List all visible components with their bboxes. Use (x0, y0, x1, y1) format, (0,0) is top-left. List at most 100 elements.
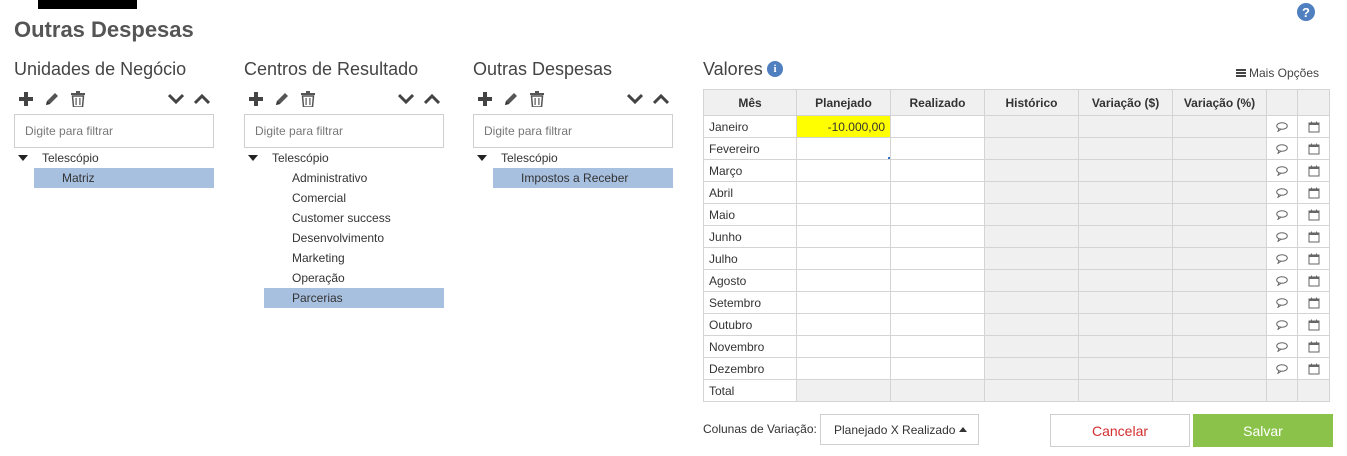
comment-cell[interactable] (1266, 291, 1298, 314)
calendar-icon[interactable] (1308, 209, 1320, 221)
calendar-icon[interactable] (1308, 121, 1320, 133)
chevron-up-icon[interactable] (192, 88, 212, 110)
chevron-down-icon[interactable] (625, 88, 645, 110)
trash-icon[interactable] (527, 88, 547, 110)
comment-cell[interactable] (1266, 269, 1298, 292)
calendar-icon[interactable] (1308, 275, 1320, 287)
calendar-cell[interactable] (1297, 137, 1330, 160)
chevron-down-icon[interactable] (166, 88, 186, 110)
calendar-icon[interactable] (1308, 165, 1320, 177)
comment-icon[interactable] (1276, 254, 1288, 265)
variacao-dropdown[interactable]: Planejado X Realizado (820, 414, 979, 445)
planejado-cell[interactable] (796, 247, 891, 270)
planejado-cell[interactable] (796, 335, 891, 358)
realizado-cell[interactable] (890, 181, 985, 204)
comment-icon[interactable] (1276, 276, 1288, 287)
tree-item[interactable]: Matriz (34, 168, 214, 188)
planejado-cell[interactable] (796, 203, 891, 226)
calendar-icon[interactable] (1308, 253, 1320, 265)
comment-cell[interactable] (1266, 225, 1298, 248)
planejado-cell[interactable] (796, 225, 891, 248)
realizado-cell[interactable] (890, 291, 985, 314)
filter-input[interactable] (244, 114, 444, 148)
calendar-cell[interactable] (1297, 159, 1330, 182)
comment-cell[interactable] (1266, 203, 1298, 226)
tree-item[interactable]: Customer success (264, 208, 444, 228)
comment-cell[interactable] (1266, 115, 1298, 138)
realizado-cell[interactable] (890, 313, 985, 336)
comment-icon[interactable] (1276, 210, 1288, 221)
comment-icon[interactable] (1276, 364, 1288, 375)
planejado-cell[interactable]: -10.000,00 (796, 115, 891, 138)
tree-root[interactable]: Telescópio (244, 150, 444, 166)
realizado-cell[interactable] (890, 225, 985, 248)
caret-down-icon[interactable] (18, 155, 28, 161)
calendar-cell[interactable] (1297, 203, 1330, 226)
calendar-cell[interactable] (1297, 269, 1330, 292)
plus-icon[interactable] (16, 88, 36, 110)
help-icon[interactable]: ? (1297, 3, 1315, 21)
filter-input[interactable] (473, 114, 673, 148)
comment-icon[interactable] (1276, 298, 1288, 309)
pencil-icon[interactable] (42, 88, 62, 110)
realizado-cell[interactable] (890, 115, 985, 138)
save-button[interactable]: Salvar (1193, 414, 1333, 447)
trash-icon[interactable] (298, 88, 318, 110)
planejado-cell[interactable] (796, 269, 891, 292)
calendar-cell[interactable] (1297, 291, 1330, 314)
pencil-icon[interactable] (501, 88, 521, 110)
realizado-cell[interactable] (890, 159, 985, 182)
cancel-button[interactable]: Cancelar (1050, 414, 1190, 447)
comment-icon[interactable] (1276, 342, 1288, 353)
calendar-icon[interactable] (1308, 231, 1320, 243)
comment-cell[interactable] (1266, 159, 1298, 182)
tree-item[interactable]: Comercial (264, 188, 444, 208)
comment-icon[interactable] (1276, 122, 1288, 133)
filter-input[interactable] (14, 114, 214, 148)
calendar-cell[interactable] (1297, 115, 1330, 138)
comment-cell[interactable] (1266, 335, 1298, 358)
comment-icon[interactable] (1276, 320, 1288, 331)
comment-cell[interactable] (1266, 313, 1298, 336)
realizado-cell[interactable] (890, 137, 985, 160)
realizado-cell[interactable] (890, 203, 985, 226)
realizado-cell[interactable] (890, 269, 985, 292)
calendar-icon[interactable] (1308, 319, 1320, 331)
tree-item[interactable]: Operação (264, 268, 444, 288)
calendar-cell[interactable] (1297, 225, 1330, 248)
chevron-down-icon[interactable] (396, 88, 416, 110)
mais-opcoes-button[interactable]: Mais Opções (1236, 66, 1319, 80)
tree-root[interactable]: Telescópio (473, 150, 673, 166)
calendar-icon[interactable] (1308, 297, 1320, 309)
tree-item[interactable]: Marketing (264, 248, 444, 268)
planejado-cell[interactable] (796, 313, 891, 336)
calendar-cell[interactable] (1297, 313, 1330, 336)
calendar-icon[interactable] (1308, 187, 1320, 199)
planejado-cell[interactable] (796, 181, 891, 204)
calendar-cell[interactable] (1297, 335, 1330, 358)
plus-icon[interactable] (475, 88, 495, 110)
tree-item[interactable]: Impostos a Receber (493, 168, 673, 188)
comment-cell[interactable] (1266, 357, 1298, 380)
calendar-cell[interactable] (1297, 357, 1330, 380)
calendar-icon[interactable] (1308, 143, 1320, 155)
chevron-up-icon[interactable] (651, 88, 671, 110)
realizado-cell[interactable] (890, 335, 985, 358)
pencil-icon[interactable] (272, 88, 292, 110)
comment-cell[interactable] (1266, 181, 1298, 204)
tree-item[interactable]: Parcerias (264, 288, 444, 308)
info-icon[interactable]: i (767, 61, 783, 77)
comment-icon[interactable] (1276, 232, 1288, 243)
plus-icon[interactable] (246, 88, 266, 110)
planejado-cell[interactable] (796, 159, 891, 182)
caret-down-icon[interactable] (248, 155, 258, 161)
comment-icon[interactable] (1276, 188, 1288, 199)
caret-down-icon[interactable] (477, 155, 487, 161)
planejado-cell[interactable] (796, 291, 891, 314)
realizado-cell[interactable] (890, 247, 985, 270)
tree-item[interactable]: Desenvolvimento (264, 228, 444, 248)
trash-icon[interactable] (68, 88, 88, 110)
calendar-icon[interactable] (1308, 363, 1320, 375)
calendar-cell[interactable] (1297, 181, 1330, 204)
comment-icon[interactable] (1276, 166, 1288, 177)
